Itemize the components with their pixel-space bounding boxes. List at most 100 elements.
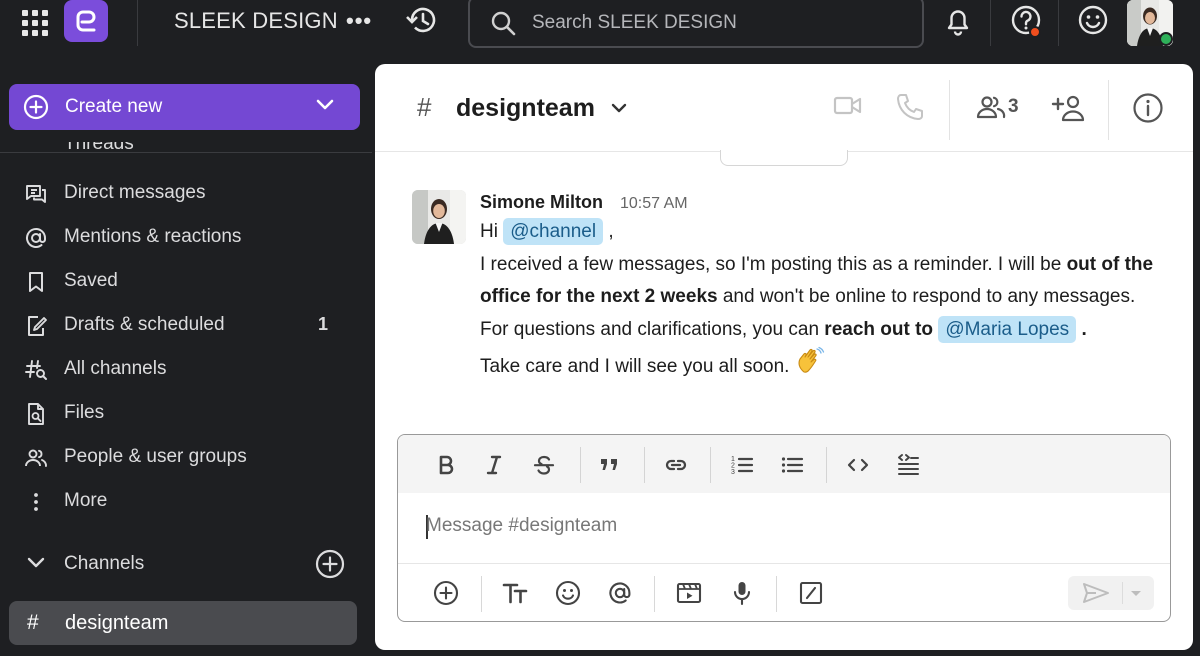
mention-icon[interactable] xyxy=(607,580,633,606)
formatting-toolbar: 1 2 3 xyxy=(398,435,1170,493)
toolbar-divider xyxy=(580,447,581,483)
message-author[interactable]: Simone Milton xyxy=(480,192,603,213)
composer-actions-bar xyxy=(398,563,1170,621)
quote-icon[interactable] xyxy=(598,453,622,477)
send-options-chevron-icon[interactable] xyxy=(1130,590,1142,598)
message-author-avatar[interactable] xyxy=(412,190,466,244)
top-bar: SLEEK DESIGN ••• xyxy=(0,0,1200,62)
team-menu-icon[interactable]: ••• xyxy=(346,8,372,34)
sidebar-item-label: Mentions & reactions xyxy=(64,226,242,247)
sidebar-item-label: Direct messages xyxy=(64,182,206,203)
slash-command-icon[interactable] xyxy=(798,580,824,606)
message-input[interactable] xyxy=(426,515,1126,537)
notification-dot xyxy=(1029,26,1041,38)
history-icon[interactable] xyxy=(404,5,438,35)
chevron-down-icon[interactable] xyxy=(611,103,627,114)
emoji-icon[interactable] xyxy=(555,580,581,606)
create-new-button[interactable]: Create new xyxy=(9,84,360,130)
drafts-count-badge: 1 xyxy=(318,314,329,334)
user-mention[interactable]: @Maria Lopes xyxy=(938,315,1077,343)
message-text: For questions and clarifications, you ca… xyxy=(480,318,820,340)
sidebar-item-label: Files xyxy=(64,402,105,423)
sidebar-item-mentions[interactable]: Mentions & reactions xyxy=(0,217,372,257)
chevron-down-icon xyxy=(316,99,334,110)
search-input[interactable] xyxy=(532,12,902,34)
direct-messages-icon xyxy=(26,185,46,203)
italic-icon[interactable] xyxy=(482,453,506,477)
browse-channels-icon xyxy=(25,360,47,380)
message-text: Take care and I will see you all soon. xyxy=(480,356,790,377)
app-grid-icon[interactable] xyxy=(20,8,48,36)
hash-icon: # xyxy=(417,92,432,122)
sidebar-item-drafts[interactable]: Drafts & scheduled 1 xyxy=(0,305,372,345)
sidebar-item-label: Drafts & scheduled xyxy=(64,314,225,335)
send-icon xyxy=(1083,583,1109,603)
message-composer: 1 2 3 xyxy=(397,434,1171,622)
link-icon[interactable] xyxy=(664,453,688,477)
add-channel-icon[interactable] xyxy=(315,549,345,579)
period-text: . xyxy=(1081,318,1087,340)
create-new-label: Create new xyxy=(65,96,163,117)
sidebar: Create new Threads Direct messages Menti… xyxy=(0,62,372,656)
message-timestamp[interactable]: 10:57 AM xyxy=(620,195,688,213)
channel-header: # designteam 3 xyxy=(375,64,1193,152)
toolbar-divider xyxy=(710,447,711,483)
info-icon[interactable] xyxy=(1132,92,1164,124)
sidebar-item-threads[interactable]: Threads xyxy=(64,142,134,152)
phone-call-icon[interactable] xyxy=(895,92,925,122)
video-clip-icon[interactable] xyxy=(676,580,702,606)
message-line: Hi @channel , xyxy=(480,216,1160,249)
members-button[interactable]: 3 xyxy=(975,94,1019,120)
numbered-list-icon[interactable]: 1 2 3 xyxy=(730,453,754,477)
add-member-icon[interactable] xyxy=(1051,94,1087,122)
more-vertical-icon xyxy=(34,493,38,511)
topbar-divider xyxy=(1058,0,1059,46)
sidebar-item-direct-messages[interactable]: Direct messages xyxy=(0,173,372,213)
bell-icon[interactable] xyxy=(944,6,972,36)
send-button[interactable] xyxy=(1068,576,1154,610)
attach-plus-icon[interactable] xyxy=(433,580,459,606)
channel-item-label: designteam xyxy=(65,612,169,634)
message-line: Take care and I will see you all soon. xyxy=(480,346,1160,384)
message-line: For questions and clarifications, you ca… xyxy=(480,314,1160,347)
code-block-icon[interactable] xyxy=(896,453,920,477)
header-divider xyxy=(1108,80,1109,140)
toolbar-divider xyxy=(654,576,655,612)
bold-icon[interactable] xyxy=(434,453,458,477)
logo-icon xyxy=(76,10,96,32)
channels-header-label: Channels xyxy=(64,553,145,574)
bulleted-list-icon[interactable] xyxy=(780,453,804,477)
sidebar-item-more[interactable]: More xyxy=(0,481,372,521)
channel-mention[interactable]: @channel xyxy=(503,218,604,245)
channel-item-designteam[interactable]: # designteam xyxy=(9,601,357,645)
toolbar-divider xyxy=(644,447,645,483)
microphone-icon[interactable] xyxy=(729,580,755,606)
sidebar-item-label: Saved xyxy=(64,270,118,291)
drafts-icon xyxy=(28,316,47,336)
video-call-icon[interactable] xyxy=(833,94,863,118)
channel-title[interactable]: designteam xyxy=(456,94,595,123)
emoji-status-icon[interactable] xyxy=(1077,5,1109,37)
sidebar-item-saved[interactable]: Saved xyxy=(0,261,372,301)
text-format-icon[interactable] xyxy=(502,580,528,606)
sidebar-item-label: More xyxy=(64,490,108,511)
sidebar-item-all-channels[interactable]: All channels xyxy=(0,349,372,389)
user-avatar[interactable] xyxy=(1127,0,1173,46)
sidebar-item-people[interactable]: People & user groups xyxy=(0,437,372,477)
search-icon xyxy=(491,11,516,36)
message-line: I received a few messages, so I'm postin… xyxy=(480,249,1160,314)
app-logo[interactable] xyxy=(64,0,108,42)
sidebar-item-files[interactable]: Files xyxy=(0,393,372,433)
search-bar[interactable] xyxy=(468,0,924,48)
toolbar-divider xyxy=(481,576,482,612)
people-icon xyxy=(25,449,47,467)
sidebar-item-label: People & user groups xyxy=(64,446,247,467)
strikethrough-icon[interactable] xyxy=(532,453,556,477)
at-icon xyxy=(26,227,46,248)
channels-section-header[interactable]: Channels xyxy=(0,544,372,584)
hash-icon: # xyxy=(27,611,39,634)
team-name[interactable]: SLEEK DESIGN xyxy=(174,8,338,34)
sidebar-item-label: All channels xyxy=(64,358,167,379)
message-bold-text: reach out to xyxy=(824,318,934,340)
code-icon[interactable] xyxy=(846,453,870,477)
